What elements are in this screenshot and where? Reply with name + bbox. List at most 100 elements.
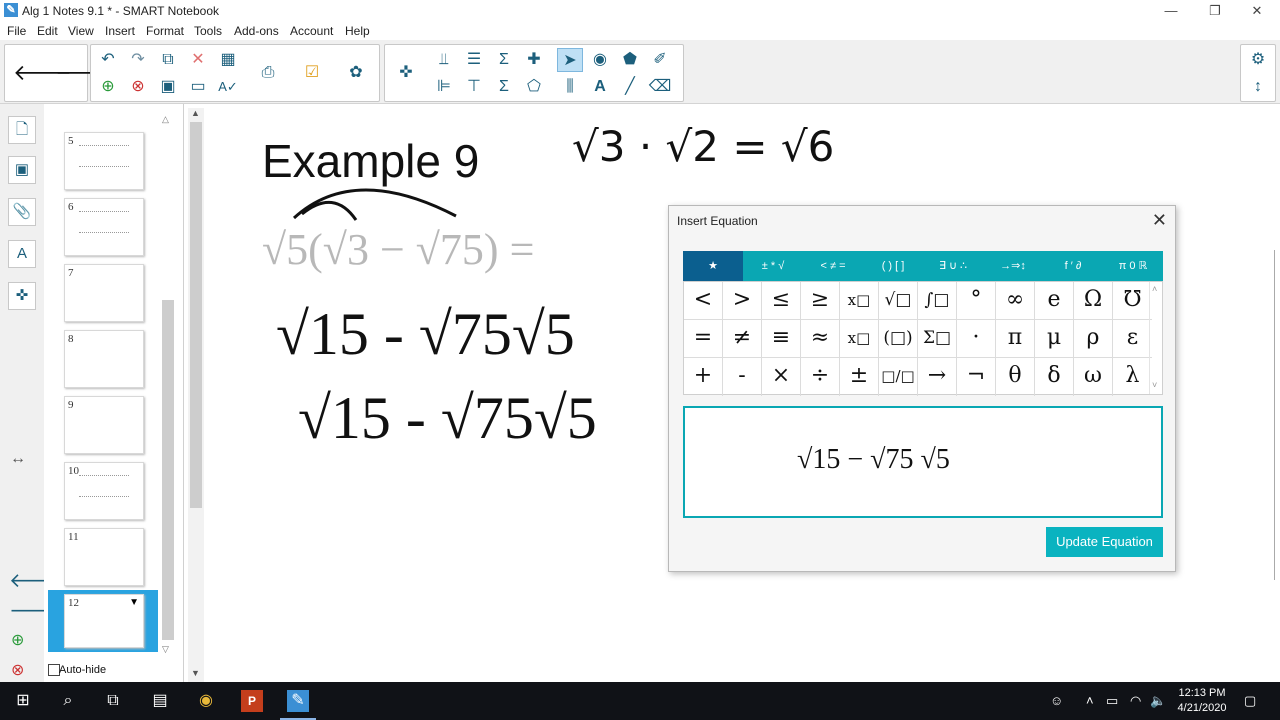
shape-icon[interactable]: ◉	[587, 48, 613, 72]
menu-help[interactable]: Help	[345, 24, 370, 38]
tab-brackets[interactable]: ( ) [ ]	[863, 251, 923, 281]
symbol-square-root[interactable]: √□	[879, 282, 918, 320]
search-icon[interactable]: ⌕	[57, 690, 79, 712]
sigma-math-icon[interactable]: Σ	[491, 75, 517, 99]
canvas-scrollbar[interactable]: ▲ ▼	[188, 108, 204, 682]
attachments-icon[interactable]: 📎	[8, 198, 36, 226]
menu-view[interactable]: View	[68, 24, 94, 38]
addons-tab-icon[interactable]: ✜	[8, 282, 36, 310]
symbol-equals[interactable]: =	[684, 320, 723, 358]
file-explorer-icon[interactable]: ▤	[149, 690, 171, 712]
page-thumbnail-selected[interactable]: 12 ▼	[64, 594, 144, 648]
symbol-not-equal[interactable]: ≠	[723, 320, 762, 358]
menu-format[interactable]: Format	[146, 24, 184, 38]
scroll-up-icon[interactable]: △	[162, 114, 169, 125]
battery-icon[interactable]: ▭	[1106, 693, 1118, 709]
symbol-lambda[interactable]: λ	[1113, 358, 1152, 396]
tab-favorites[interactable]: ★	[683, 251, 743, 281]
check-icon[interactable]: ☑	[299, 61, 325, 85]
polygon-icon[interactable]: ⬠	[521, 75, 547, 99]
measure-icon[interactable]: ⫼	[557, 75, 583, 99]
symbol-subscript[interactable]: x□	[840, 320, 879, 358]
gallery-icon[interactable]: ✿	[343, 61, 369, 85]
text-icon[interactable]: A	[587, 75, 613, 99]
align-top-icon[interactable]: ⊤	[461, 75, 487, 99]
sigma-icon[interactable]: Σ	[491, 48, 517, 72]
symbol-greater-than[interactable]: >	[723, 282, 762, 320]
chrome-icon[interactable]: ◉	[195, 690, 217, 712]
symbol-delta[interactable]: δ	[1035, 358, 1074, 396]
symbol-right-arrow[interactable]: →	[918, 358, 957, 396]
symbol-equivalent[interactable]: ≡	[762, 320, 801, 358]
table-icon[interactable]: ▦	[215, 48, 241, 72]
fill-icon[interactable]: ⬟	[617, 48, 643, 72]
line-icon[interactable]: ╱	[617, 75, 643, 99]
symbol-dot[interactable]: ·	[957, 320, 996, 358]
page-sorter-icon[interactable]: 🗋	[8, 116, 36, 144]
gallery-tab-icon[interactable]: ▣	[8, 156, 36, 184]
save-icon[interactable]: ▣	[155, 75, 181, 99]
windows-start-icon[interactable]: ⊞	[12, 690, 34, 712]
symbol-less-equal[interactable]: ≤	[762, 282, 801, 320]
network-icon[interactable]: ◠	[1130, 693, 1141, 709]
tab-operators[interactable]: ± * √	[743, 251, 803, 281]
page-thumbnail[interactable]: 7	[64, 264, 144, 322]
grid-icon[interactable]: ✚	[521, 48, 547, 72]
forward-arrow-icon[interactable]: 🡒	[55, 61, 114, 85]
delete-page-side-icon[interactable]: ⊗	[11, 660, 24, 680]
symbol-infinity[interactable]: ∞	[996, 282, 1035, 320]
symbol-theta[interactable]: θ	[996, 358, 1035, 396]
select-icon[interactable]: ➤	[557, 48, 583, 72]
tab-greek-constants[interactable]: π 0 ℝ	[1103, 251, 1163, 281]
symbol-summation[interactable]: Σ□	[918, 320, 957, 358]
redo-icon[interactable]: ↷	[125, 48, 151, 72]
symbol-minus[interactable]: -	[723, 358, 762, 396]
align-left-icon[interactable]: ⊫	[431, 75, 457, 99]
equation-editor[interactable]: √15 − √75 √5	[683, 406, 1163, 518]
page-thumbnail[interactable]: 6	[64, 198, 144, 256]
scroll-down-icon[interactable]: ▽	[162, 644, 169, 655]
symbol-pi[interactable]: π	[996, 320, 1035, 358]
sorter-scrollbar[interactable]: △ ▽	[160, 114, 174, 654]
symbol-mu[interactable]: μ	[1035, 320, 1074, 358]
symbol-parentheses[interactable]: (□)	[879, 320, 918, 358]
spellcheck-icon[interactable]: A✓	[215, 75, 241, 99]
paste-icon[interactable]: ⧉	[155, 48, 181, 72]
tab-relations[interactable]: < ≠ =	[803, 251, 863, 281]
menu-account[interactable]: Account	[290, 24, 333, 38]
notifications-icon[interactable]: ▢	[1244, 693, 1256, 709]
back-arrow-icon[interactable]: 🡐	[13, 61, 72, 85]
align-bottom-icon[interactable]: ⫫	[431, 48, 457, 72]
symbol-omega-upper[interactable]: Ω	[1074, 282, 1113, 320]
symbol-plus[interactable]: +	[684, 358, 723, 396]
dropdown-arrow-icon[interactable]: ▼	[129, 597, 139, 608]
symbol-less-than[interactable]: <	[684, 282, 723, 320]
symbol-e[interactable]: e	[1035, 282, 1074, 320]
symbol-epsilon[interactable]: ε	[1113, 320, 1152, 358]
smart-notebook-taskbar-icon[interactable]: ✎	[287, 690, 309, 712]
symbol-degree[interactable]: °	[957, 282, 996, 320]
page-thumbnail[interactable]: 10	[64, 462, 144, 520]
people-icon[interactable]: ☺	[1050, 693, 1063, 708]
dialog-close-button[interactable]: ✕	[1152, 210, 1167, 231]
close-window-button[interactable]: ✕	[1242, 2, 1272, 20]
menu-edit[interactable]: Edit	[37, 24, 58, 38]
sorter-scroll-thumb[interactable]	[162, 300, 174, 640]
align-right-icon[interactable]: ☰	[461, 48, 487, 72]
properties-icon[interactable]: A	[8, 240, 36, 268]
tab-calculus[interactable]: f ′ ∂	[1043, 251, 1103, 281]
task-view-icon[interactable]: ⧉	[102, 690, 124, 712]
tab-sets-logic[interactable]: ∃ ∪ ∴	[923, 251, 983, 281]
page-thumbnail[interactable]: 5	[64, 132, 144, 190]
symbol-times[interactable]: ×	[762, 358, 801, 396]
delete-page-icon[interactable]: ⊗	[125, 75, 151, 99]
screen-capture-icon[interactable]: ⎙	[255, 61, 281, 85]
menu-insert[interactable]: Insert	[105, 24, 135, 38]
tray-chevron-icon[interactable]: ˄	[1086, 693, 1094, 708]
symbol-mho[interactable]: ℧	[1113, 282, 1152, 320]
menu-file[interactable]: File	[7, 24, 26, 38]
puzzle-icon[interactable]: ✜	[393, 61, 419, 85]
update-equation-button[interactable]: Update Equation	[1046, 527, 1163, 557]
screen-shade-icon[interactable]: ▭	[185, 75, 211, 99]
canvas-scroll-up-icon[interactable]: ▲	[191, 108, 200, 118]
